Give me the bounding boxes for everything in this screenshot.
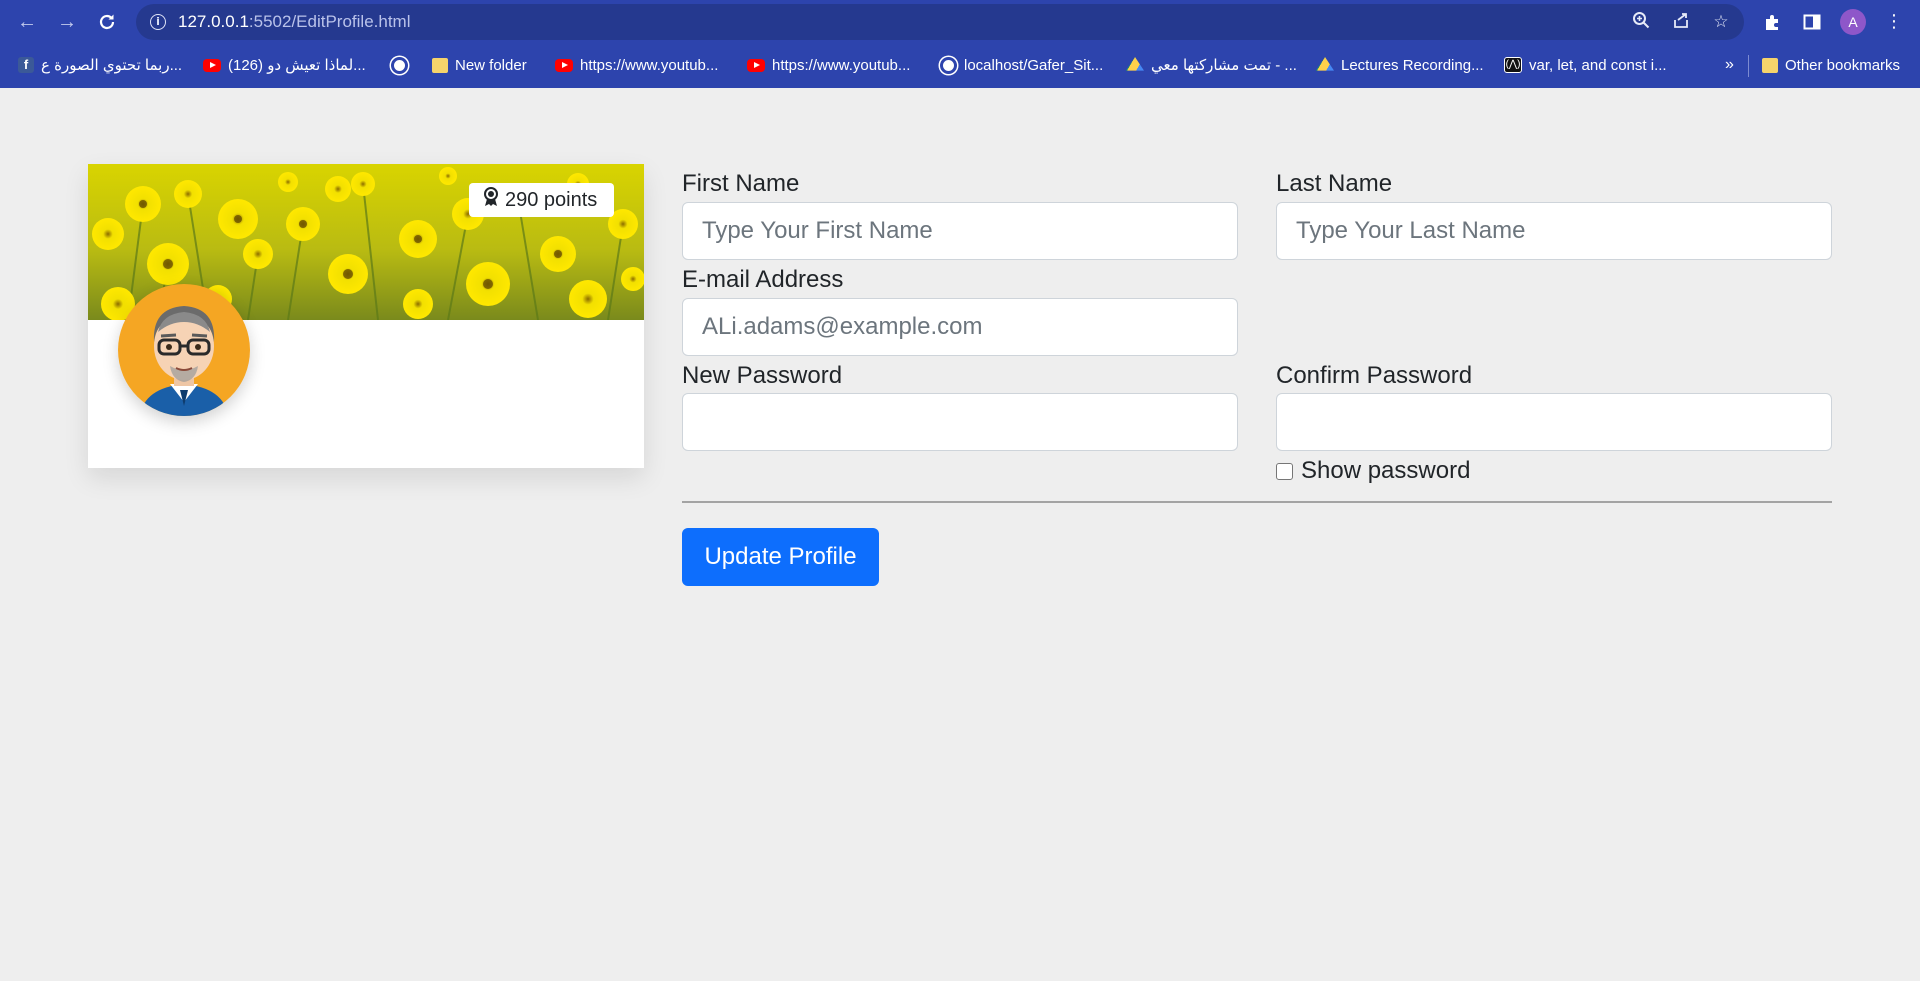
url-text[interactable]: 127.0.0.1:5502/EditProfile.html [178, 4, 411, 40]
confirm-password-label: Confirm Password [1276, 362, 1473, 389]
site-info-icon[interactable]: i [150, 14, 166, 30]
bookmark-item[interactable]: f ربما تحتوي الصورة ع... [18, 48, 182, 82]
bookmark-label: https://www.youtub... [580, 56, 719, 74]
new-password-input[interactable] [682, 393, 1238, 451]
facebook-icon: f [18, 57, 34, 73]
address-bar-row: ← → i 127.0.0.1:5502/EditProfile.html ☆ … [0, 0, 1920, 44]
bookmark-item[interactable]: (126) لماذا تعيش دو... [203, 48, 366, 82]
points-badge: 290 points [469, 183, 615, 217]
bookmark-item[interactable]: (⋀) var, let, and const i... [1504, 48, 1667, 82]
other-bookmarks[interactable]: Other bookmarks [1762, 48, 1900, 82]
youtube-icon [747, 58, 765, 72]
award-icon [483, 187, 499, 213]
youtube-icon [203, 58, 221, 72]
bookmark-item[interactable] [391, 48, 408, 82]
globe-icon [940, 56, 957, 74]
confirm-password-input[interactable] [1276, 393, 1832, 451]
side-panel-icon[interactable] [1800, 10, 1824, 34]
url-host: 127.0.0.1 [178, 12, 249, 31]
last-name-input[interactable] [1276, 202, 1832, 260]
bookmark-label: localhost/Gafer_Sit... [964, 56, 1104, 74]
address-bar[interactable]: i 127.0.0.1:5502/EditProfile.html ☆ [136, 4, 1744, 40]
folder-icon [1762, 57, 1778, 73]
more-bookmarks-chevron[interactable]: » [1725, 48, 1734, 82]
bookmark-label: New folder [455, 56, 527, 74]
profile-avatar-button[interactable]: A [1840, 9, 1866, 35]
form-divider [682, 501, 1832, 503]
url-path: :5502/EditProfile.html [248, 12, 411, 31]
points-text: 290 points [505, 188, 598, 211]
browser-chrome: ← → i 127.0.0.1:5502/EditProfile.html ☆ … [0, 0, 1920, 88]
forward-arrow-icon[interactable]: → [55, 10, 79, 34]
back-arrow-icon[interactable]: ← [15, 10, 39, 34]
last-name-label: Last Name [1276, 170, 1393, 197]
user-avatar [118, 284, 250, 416]
bookmark-item[interactable]: تمت مشاركتها معي - ... [1126, 48, 1297, 82]
bookmark-item[interactable]: Lectures Recording... [1316, 48, 1484, 82]
bookmark-label: var, let, and const i... [1529, 56, 1667, 74]
email-label: E-mail Address [682, 266, 844, 293]
bookmark-item[interactable]: https://www.youtub... [747, 48, 910, 82]
extensions-icon[interactable] [1760, 10, 1784, 34]
bookmarks-divider [1748, 55, 1749, 77]
bookmark-item[interactable]: https://www.youtub... [555, 48, 718, 82]
menu-kebab-icon[interactable]: ⋮ [1882, 10, 1906, 34]
show-password-row: Show password [1276, 457, 1470, 485]
folder-icon [432, 57, 448, 73]
bookmark-star-icon[interactable]: ☆ [1710, 11, 1732, 33]
globe-icon [391, 56, 408, 74]
bookmark-label: (126) لماذا تعيش دو... [228, 57, 366, 74]
other-bookmarks-label: Other bookmarks [1785, 56, 1901, 74]
bookmark-item[interactable]: New folder [432, 48, 527, 82]
site-icon: (⋀) [1504, 57, 1522, 73]
bookmark-item[interactable]: localhost/Gafer_Sit... [940, 48, 1103, 82]
share-icon[interactable] [1670, 11, 1692, 33]
bookmarks-bar: f ربما تحتوي الصورة ع... (126) لماذا تعي… [0, 48, 1920, 82]
reload-icon[interactable] [95, 10, 119, 34]
profile-card: 290 points [88, 164, 644, 468]
update-profile-button[interactable]: Update Profile [682, 528, 879, 586]
bookmark-label: https://www.youtub... [772, 56, 911, 74]
bookmark-label: ربما تحتوي الصورة ع... [41, 57, 183, 74]
zoom-icon[interactable] [1630, 11, 1652, 33]
bookmark-label: Lectures Recording... [1341, 56, 1484, 74]
show-password-label[interactable]: Show password [1301, 457, 1470, 485]
first-name-label: First Name [682, 170, 800, 197]
google-drive-icon [1316, 57, 1334, 71]
email-input[interactable] [682, 298, 1238, 356]
youtube-icon [555, 58, 573, 72]
first-name-input[interactable] [682, 202, 1238, 260]
new-password-label: New Password [682, 362, 843, 389]
show-password-checkbox[interactable] [1276, 462, 1293, 480]
google-drive-icon [1126, 57, 1144, 71]
bookmark-label: تمت مشاركتها معي - ... [1151, 57, 1297, 74]
